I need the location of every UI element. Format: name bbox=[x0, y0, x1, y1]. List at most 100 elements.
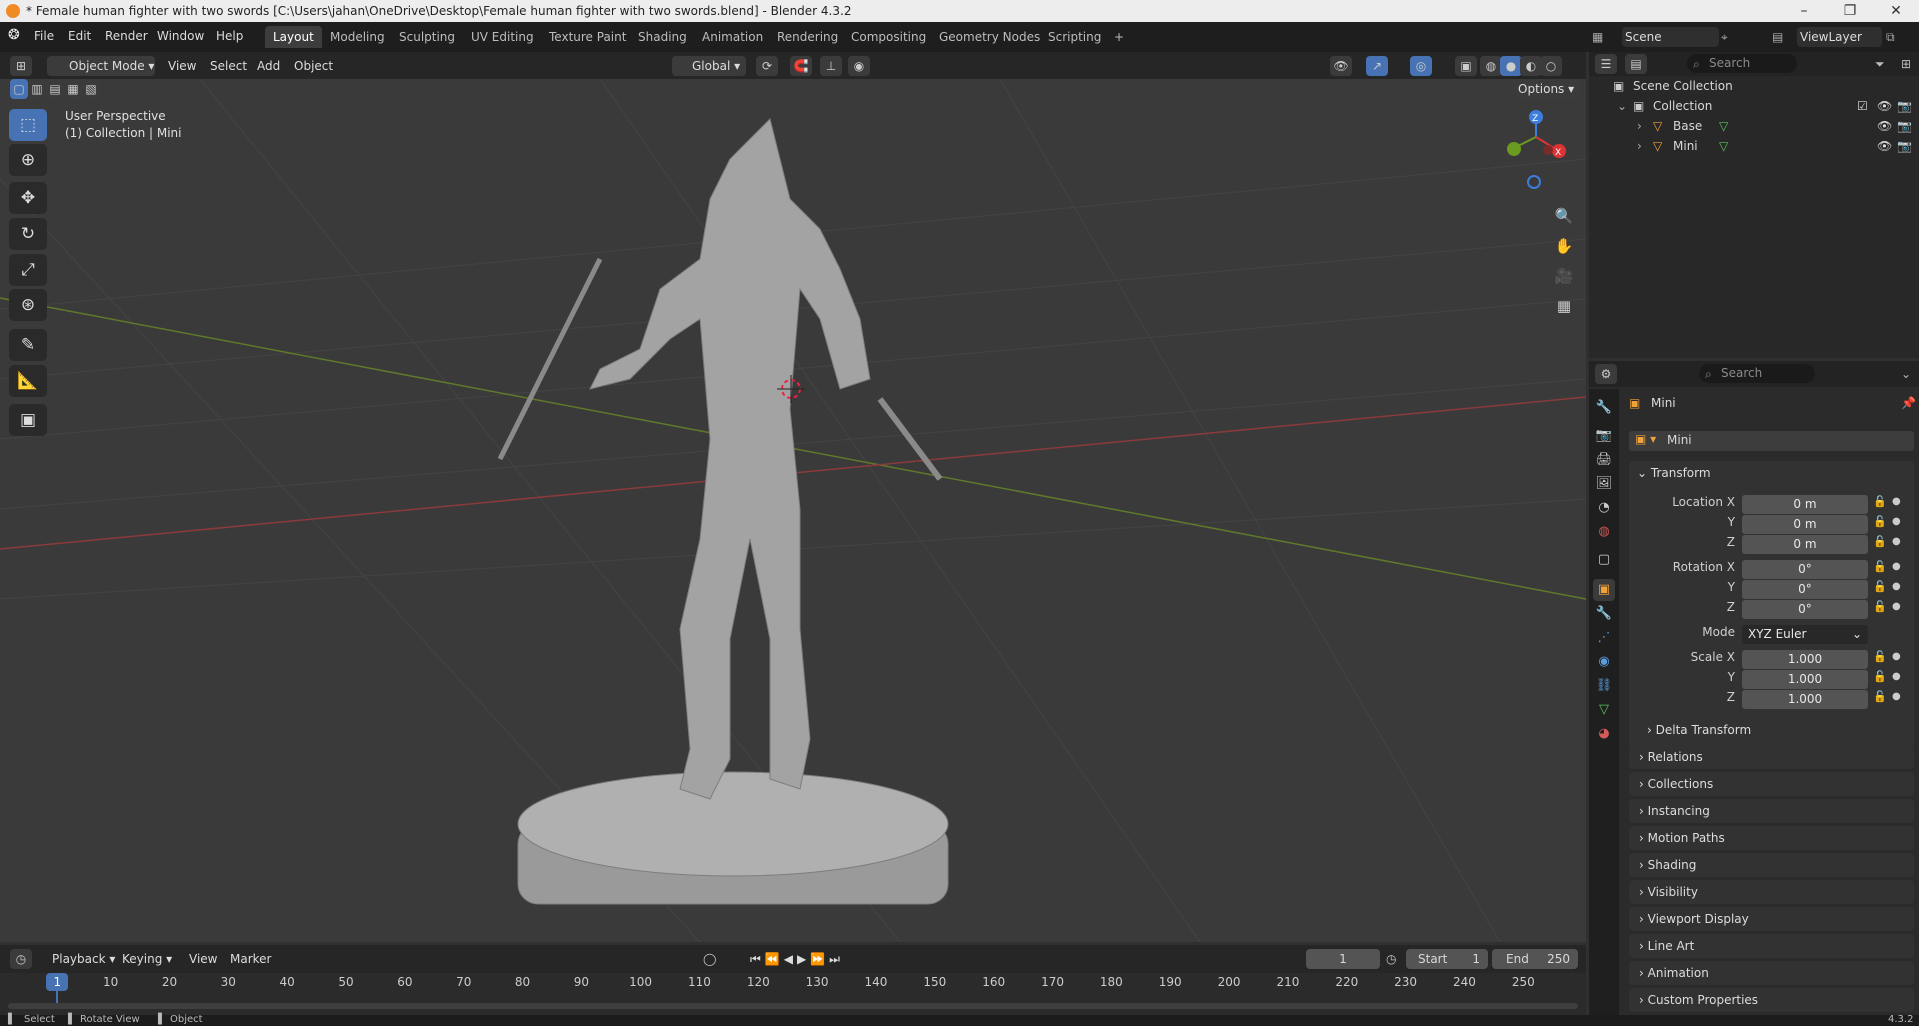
rotation-y-field[interactable]: 0° bbox=[1742, 580, 1868, 599]
fighter-model[interactable] bbox=[497, 118, 949, 905]
timeline-editor-type-icon[interactable]: ◷ bbox=[10, 949, 32, 969]
mode-selector[interactable]: Object Mode ▾ bbox=[47, 56, 155, 76]
expand-chevron-icon[interactable]: › bbox=[1637, 136, 1642, 156]
annotate-tool-icon[interactable]: ✎ bbox=[9, 329, 47, 361]
close-button[interactable]: ✕ bbox=[1873, 0, 1919, 22]
add-workspace-button[interactable]: + bbox=[1106, 26, 1132, 48]
rotation-mode-select[interactable]: XYZ Euler ⌄ bbox=[1742, 625, 1868, 644]
playback-controls[interactable]: ⏮⏪◀▶⏩⏭ bbox=[750, 949, 844, 969]
exclude-checkbox-icon[interactable]: ☑ bbox=[1857, 96, 1868, 116]
menu-edit[interactable]: Edit bbox=[68, 29, 91, 43]
blender-menu-icon[interactable]: ❂ bbox=[8, 27, 20, 43]
start-frame-field[interactable]: Start 1 bbox=[1406, 949, 1488, 969]
select-extend-icon[interactable]: ▥ bbox=[28, 79, 46, 99]
select-new-icon[interactable]: ▢ bbox=[10, 79, 28, 99]
panel-custom-properties[interactable]: › Custom Properties bbox=[1629, 988, 1914, 1012]
tab-scripting[interactable]: Scripting bbox=[1040, 26, 1109, 48]
snap-icon[interactable]: 🧲 bbox=[790, 56, 812, 76]
visibility-icon[interactable]: 👁 bbox=[1330, 56, 1352, 76]
transform-orientation-selector[interactable]: Global ▾ bbox=[672, 56, 746, 76]
viewport-menu-object[interactable]: Object bbox=[294, 56, 333, 76]
keyframe-dot-icon[interactable]: ● bbox=[1892, 516, 1901, 527]
menu-file[interactable]: File bbox=[34, 29, 54, 43]
location-y-field[interactable]: 0 m bbox=[1742, 515, 1868, 534]
viewport-menu-add[interactable]: Add bbox=[257, 56, 280, 76]
lock-icon[interactable]: 🔓 bbox=[1873, 560, 1887, 573]
object-tab-icon[interactable]: ▣ bbox=[1593, 579, 1615, 601]
menu-window[interactable]: Window bbox=[157, 29, 204, 43]
tab-animation[interactable]: Animation bbox=[694, 26, 771, 48]
timeline-scrollbar[interactable] bbox=[8, 1003, 1578, 1009]
rotation-z-field[interactable]: 0° bbox=[1742, 600, 1868, 619]
minimize-button[interactable]: – bbox=[1781, 0, 1827, 22]
pivot-point-icon[interactable]: ⟳ bbox=[756, 56, 778, 76]
collection-tab-icon[interactable]: ▢ bbox=[1593, 549, 1615, 571]
lock-icon[interactable]: 🔓 bbox=[1873, 670, 1887, 683]
timeline-menu-keying[interactable]: Keying ▾ bbox=[122, 949, 172, 969]
display-mode-icon[interactable]: ▤ bbox=[1625, 54, 1647, 74]
snap-target-icon[interactable]: ⊥ bbox=[820, 56, 842, 76]
lock-icon[interactable]: 🔓 bbox=[1873, 600, 1887, 613]
tab-modeling[interactable]: Modeling bbox=[322, 26, 393, 48]
tab-uv-editing[interactable]: UV Editing bbox=[463, 26, 542, 48]
particles-tab-icon[interactable]: ⋰ bbox=[1593, 627, 1615, 649]
move-tool-icon[interactable]: ✥ bbox=[9, 182, 47, 214]
tab-compositing[interactable]: Compositing bbox=[843, 26, 934, 48]
panel-visibility[interactable]: › Visibility bbox=[1629, 880, 1914, 904]
select-subtract-icon[interactable]: ▤ bbox=[46, 79, 64, 99]
transform-tool-icon[interactable]: ⊛ bbox=[9, 289, 47, 321]
scene-selector[interactable]: Scene bbox=[1622, 27, 1719, 47]
expand-chevron-icon[interactable]: › bbox=[1637, 116, 1642, 136]
measure-tool-icon[interactable]: 📐 bbox=[9, 365, 47, 397]
render-camera-icon[interactable]: 📷 bbox=[1897, 116, 1912, 136]
data-tab-icon[interactable]: ▽ bbox=[1593, 699, 1615, 721]
filter-icon[interactable]: ⏷ bbox=[1875, 54, 1885, 74]
shading-wireframe-icon[interactable]: ◍ bbox=[1480, 56, 1502, 76]
lock-icon[interactable]: 🔓 bbox=[1873, 535, 1887, 548]
select-box-tool-icon[interactable]: ⬚ bbox=[9, 109, 47, 141]
material-tab-icon[interactable]: ◕ bbox=[1593, 723, 1615, 745]
delta-transform-subpanel[interactable]: › Delta Transform bbox=[1647, 720, 1751, 740]
visibility-eye-icon[interactable]: 👁 bbox=[1877, 136, 1892, 156]
lock-icon[interactable]: 🔓 bbox=[1873, 580, 1887, 593]
proportional-edit-icon[interactable]: ◉ bbox=[848, 56, 870, 76]
options-button[interactable]: Options ▾ bbox=[1512, 79, 1580, 99]
outliner-search-input[interactable]: Search bbox=[1687, 54, 1797, 73]
object-name-field[interactable]: ▣ ▾ Mini bbox=[1629, 431, 1914, 451]
outliner-row-scene-collection[interactable]: ▣ Scene Collection bbox=[1589, 76, 1919, 96]
panel-shading[interactable]: › Shading bbox=[1629, 853, 1914, 877]
outliner-row-mini[interactable]: › ▽ Mini ▽ 👁 📷 bbox=[1589, 136, 1919, 156]
current-frame-field[interactable]: 1 bbox=[1306, 949, 1380, 969]
tool-tab-icon[interactable]: 🔧 bbox=[1593, 397, 1615, 419]
keyframe-dot-icon[interactable]: ● bbox=[1892, 671, 1901, 682]
view-layer-selector[interactable]: ViewLayer bbox=[1797, 27, 1882, 47]
panel-viewport-display[interactable]: › Viewport Display bbox=[1629, 907, 1914, 931]
lock-icon[interactable]: 🔓 bbox=[1873, 515, 1887, 528]
output-tab-icon[interactable]: 🖨 bbox=[1593, 449, 1615, 471]
tab-geometry-nodes[interactable]: Geometry Nodes bbox=[931, 26, 1048, 48]
tab-texture-paint[interactable]: Texture Paint bbox=[541, 26, 634, 48]
viewport-menu-view[interactable]: View bbox=[168, 56, 196, 76]
select-intersect-icon[interactable]: ▧ bbox=[82, 79, 100, 99]
shading-solid-icon[interactable]: ● bbox=[1500, 56, 1522, 76]
scale-x-field[interactable]: 1.000 bbox=[1742, 650, 1868, 669]
viewport-menu-select[interactable]: Select bbox=[210, 56, 247, 76]
outliner-editor-type-icon[interactable]: ☰ bbox=[1595, 54, 1617, 74]
transform-header[interactable]: ⌄ Transform bbox=[1637, 463, 1711, 483]
preview-range-icon[interactable]: ◷ bbox=[1386, 949, 1396, 969]
panel-animation[interactable]: › Animation bbox=[1629, 961, 1914, 985]
pin-icon[interactable]: ⌖ bbox=[1721, 27, 1728, 47]
visibility-eye-icon[interactable]: 👁 bbox=[1877, 116, 1892, 136]
keyframe-dot-icon[interactable]: ● bbox=[1892, 561, 1901, 572]
keyframe-dot-icon[interactable]: ● bbox=[1892, 651, 1901, 662]
location-x-field[interactable]: 0 m bbox=[1742, 495, 1868, 514]
collapse-chevron-icon[interactable]: ⌄ bbox=[1617, 96, 1627, 116]
shading-material-icon[interactable]: ◐ bbox=[1520, 56, 1542, 76]
panel-line-art[interactable]: › Line Art bbox=[1629, 934, 1914, 958]
lock-icon[interactable]: 🔓 bbox=[1873, 650, 1887, 663]
render-camera-icon[interactable]: 📷 bbox=[1897, 136, 1912, 156]
auto-keying-icon[interactable]: ◯ bbox=[703, 949, 716, 969]
lock-icon[interactable]: 🔓 bbox=[1873, 690, 1887, 703]
properties-search-input[interactable]: Search bbox=[1699, 364, 1815, 383]
scale-z-field[interactable]: 1.000 bbox=[1742, 690, 1868, 709]
